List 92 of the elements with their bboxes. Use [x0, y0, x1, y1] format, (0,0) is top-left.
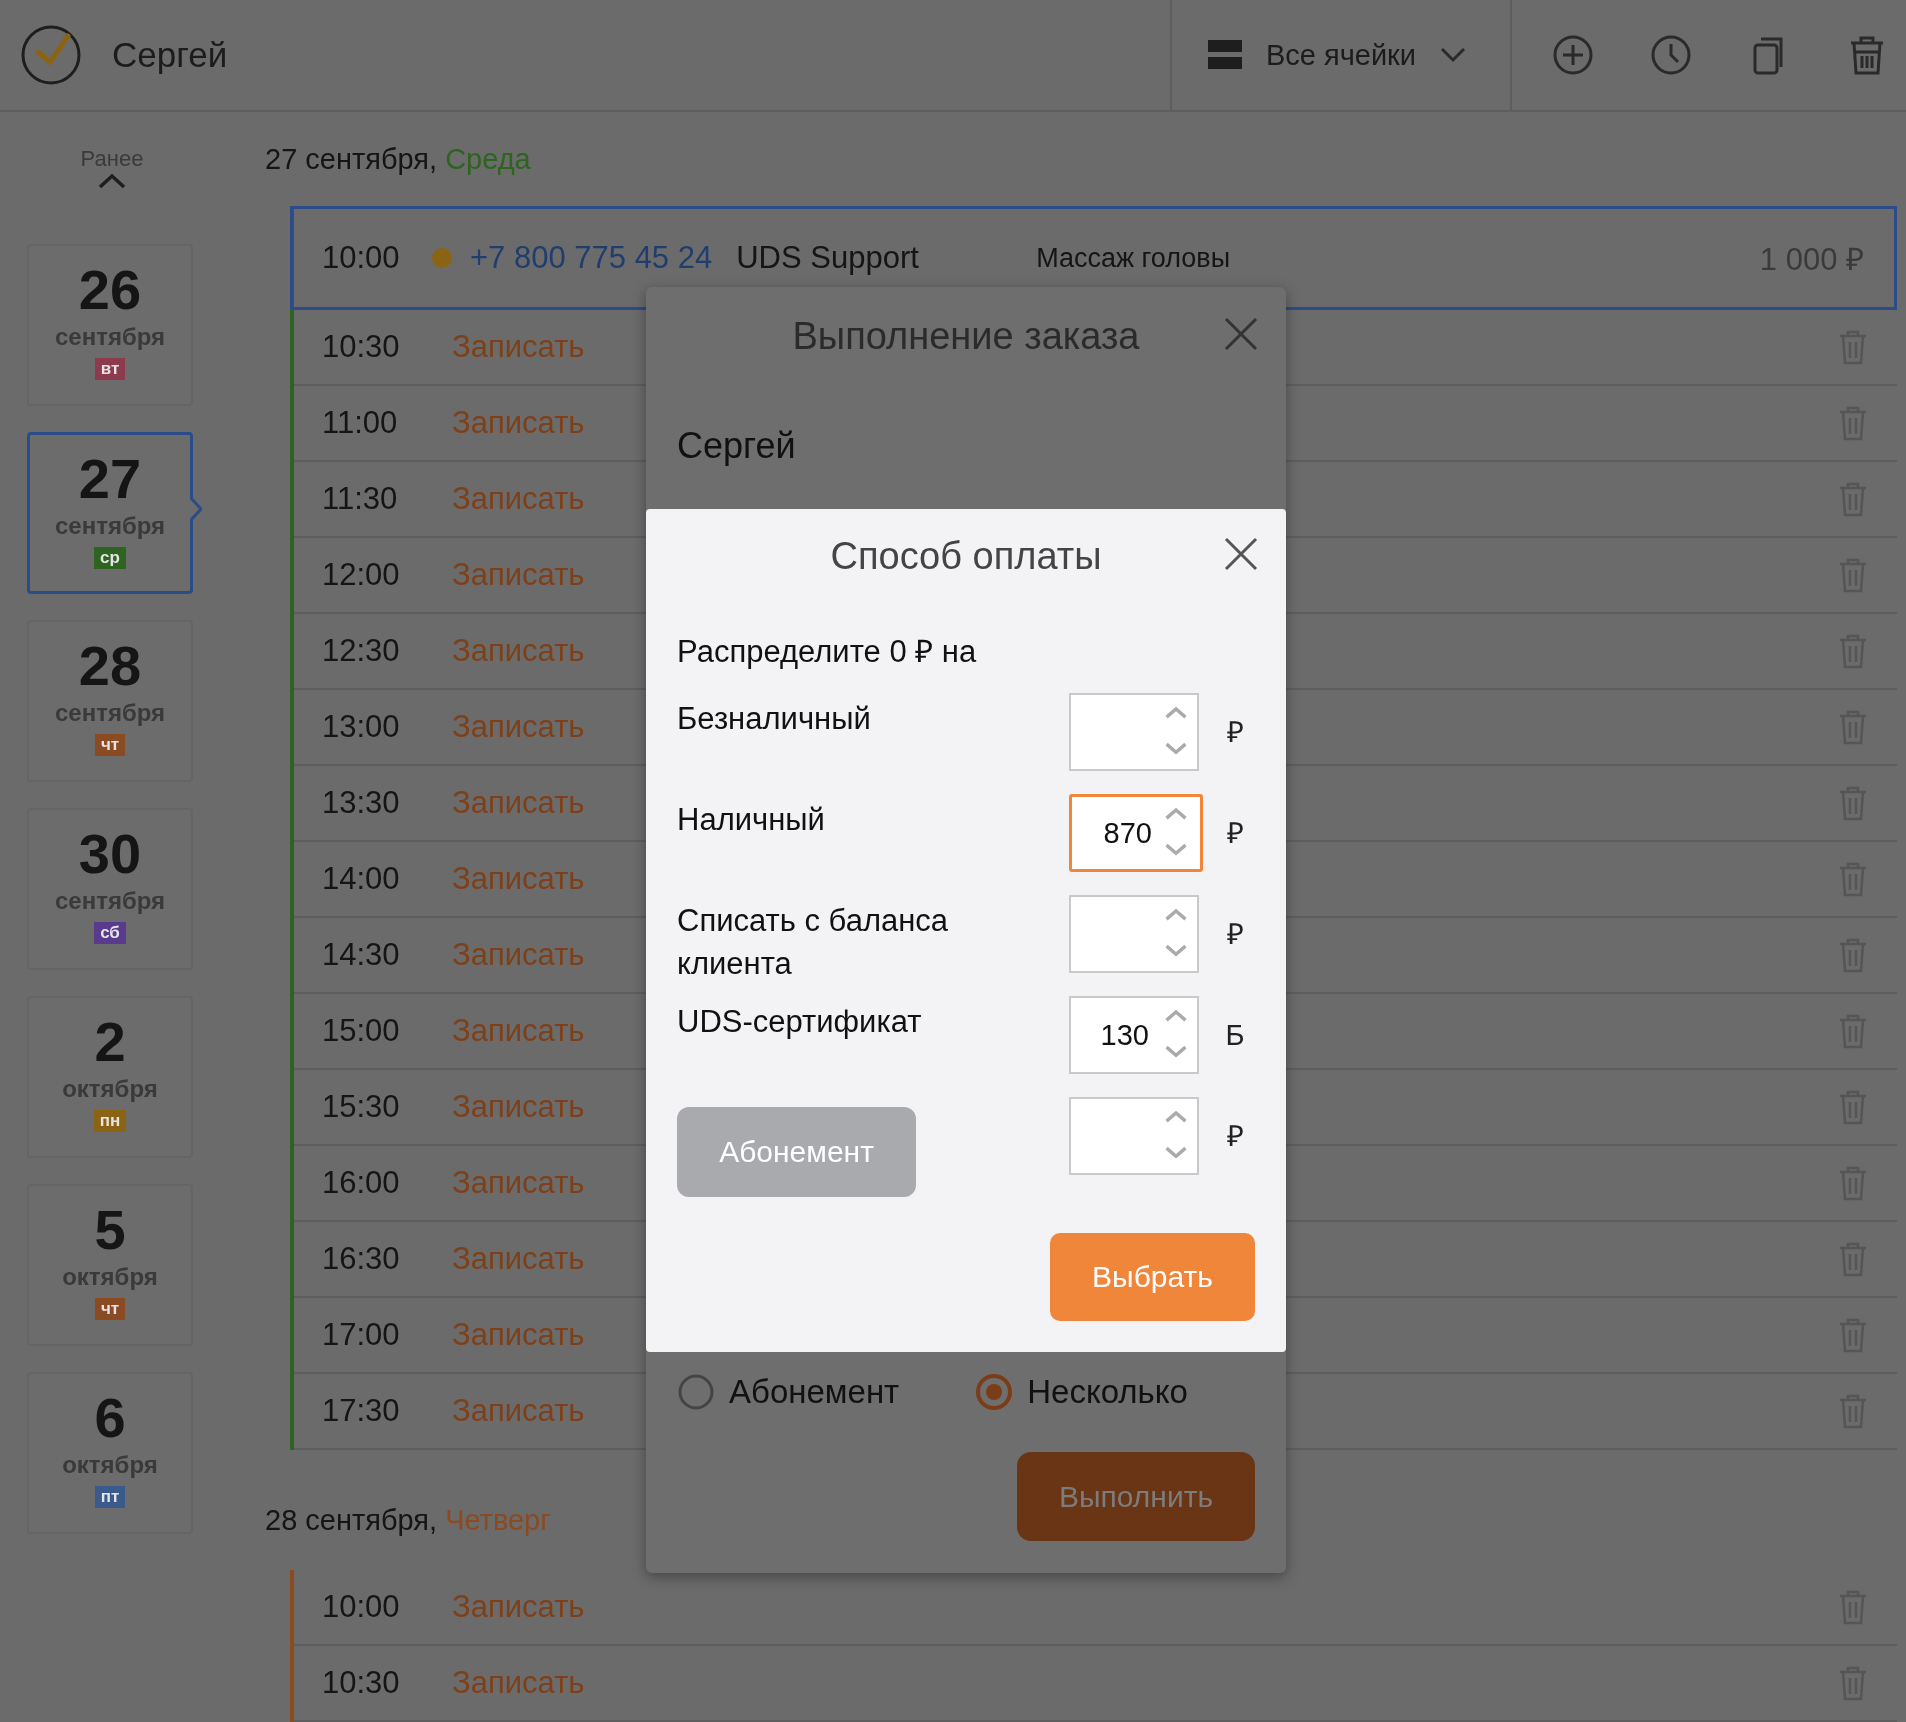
cells-filter-dropdown[interactable]: Все ячейки [1169, 0, 1512, 110]
slot-time: 11:00 [322, 405, 399, 441]
service-name: Массаж головы [1036, 242, 1232, 274]
weekday-badge: чт [94, 1298, 126, 1320]
book-link[interactable]: Записать [452, 1013, 585, 1049]
slot-time: 16:00 [322, 1165, 401, 1201]
book-link[interactable]: Записать [452, 861, 585, 897]
distribute-prompt: Распределите 0 ₽ на [677, 633, 978, 671]
weekday-badge: чт [94, 734, 126, 756]
chevron-up-icon[interactable] [97, 172, 127, 190]
slot-time: 10:00 [322, 240, 401, 276]
day-number: 30 [78, 822, 142, 886]
radio-icon[interactable] [975, 1373, 1014, 1411]
currency-unit: Б [1224, 1018, 1246, 1053]
slot-time: 12:30 [322, 633, 401, 669]
slot-time: 17:00 [322, 1317, 401, 1353]
logo-icon [20, 24, 82, 86]
amount-field[interactable] [1069, 1097, 1199, 1175]
user-name: Сергей [112, 35, 229, 75]
slot-time: 15:00 [322, 1013, 401, 1049]
weekday-badge: вт [94, 358, 126, 380]
payment-method-label: Безналичный [677, 700, 872, 738]
date-heading: 28 сентября, [265, 1503, 438, 1537]
amount-field[interactable] [1069, 895, 1199, 973]
amount-field[interactable] [1069, 693, 1199, 771]
slot-time: 13:00 [322, 709, 401, 745]
book-link[interactable]: Записать [452, 1393, 585, 1429]
caret-icon [1440, 47, 1466, 63]
dialog-title: Выполнение заказа [791, 314, 1141, 359]
dialog-title: Способ оплаты [829, 534, 1103, 579]
book-link[interactable]: Записать [452, 1241, 585, 1277]
book-link[interactable]: Записать [452, 785, 585, 821]
day-number: 2 [94, 1010, 126, 1074]
book-link[interactable]: Записать [452, 633, 585, 669]
weekday-badge: пт [94, 1486, 126, 1508]
weekday-badge: сб [94, 922, 126, 944]
day-number: 27 [78, 447, 142, 511]
currency-unit: ₽ [1225, 816, 1245, 851]
slot-time: 10:30 [322, 1665, 401, 1701]
book-link[interactable]: Записать [452, 557, 585, 593]
currency-unit: ₽ [1225, 917, 1245, 952]
payment-method-label: UDS-сертификат [677, 1003, 923, 1041]
book-link[interactable]: Записать [452, 937, 585, 973]
client-name: Сергей [677, 425, 797, 467]
book-link[interactable]: Записать [452, 481, 585, 517]
day-number: 26 [78, 258, 142, 322]
slot-time: 12:00 [322, 557, 401, 593]
weekday-label: Среда [445, 142, 531, 176]
choose-button[interactable]: Выбрать [1050, 1233, 1255, 1321]
radio-option[interactable]: Несколько [975, 1373, 1188, 1411]
payment-method-label: Списать с баланса клиента [677, 902, 950, 983]
phone-link[interactable]: +7 800 775 45 24 [470, 240, 713, 276]
status-dot [432, 248, 452, 268]
weekday-badge: ср [94, 547, 126, 569]
amount-field[interactable]: 130 [1069, 996, 1199, 1074]
client-name: UDS Support [736, 240, 920, 276]
slot-time: 16:30 [322, 1241, 401, 1277]
pointer-icon [190, 497, 202, 521]
add-icon[interactable] [1552, 34, 1594, 76]
day-number: 6 [94, 1386, 126, 1450]
radio-option[interactable]: Абонемент [677, 1373, 900, 1411]
slot-time: 14:30 [322, 937, 401, 973]
slot-time: 11:30 [322, 481, 399, 517]
book-link[interactable]: Записать [452, 1089, 585, 1125]
close-icon[interactable] [1224, 537, 1258, 571]
book-link[interactable]: Записать [452, 1165, 585, 1201]
slot-time: 10:00 [322, 1589, 401, 1625]
currency-unit: ₽ [1225, 715, 1245, 750]
radio-icon[interactable] [677, 1373, 715, 1411]
book-link[interactable]: Записать [452, 405, 585, 441]
date-heading: 27 сентября, [265, 142, 438, 176]
book-link[interactable]: Записать [452, 709, 585, 745]
complete-button[interactable]: Выполнить [1017, 1452, 1255, 1541]
rows-icon [1207, 40, 1242, 70]
weekday-badge: пн [93, 1110, 127, 1132]
day-number: 28 [78, 634, 142, 698]
slot-time: 10:30 [322, 329, 401, 365]
slot-time: 15:30 [322, 1089, 401, 1125]
subscription-button[interactable]: Абонемент [677, 1107, 916, 1197]
payment-method-label: Наличный [677, 801, 826, 839]
book-link[interactable]: Записать [452, 1665, 585, 1701]
currency-unit: ₽ [1225, 1119, 1245, 1154]
book-link[interactable]: Записать [452, 329, 585, 365]
clock-icon[interactable] [1650, 34, 1692, 76]
day-number: 5 [94, 1198, 126, 1262]
book-link[interactable]: Записать [452, 1589, 585, 1625]
slot-time: 17:30 [322, 1393, 401, 1429]
slot-time: 14:00 [322, 861, 401, 897]
amount-field[interactable]: 870 [1069, 794, 1203, 872]
weekday-label: Четверг [445, 1503, 551, 1537]
book-link[interactable]: Записать [452, 1317, 585, 1353]
slot-time: 13:30 [322, 785, 401, 821]
